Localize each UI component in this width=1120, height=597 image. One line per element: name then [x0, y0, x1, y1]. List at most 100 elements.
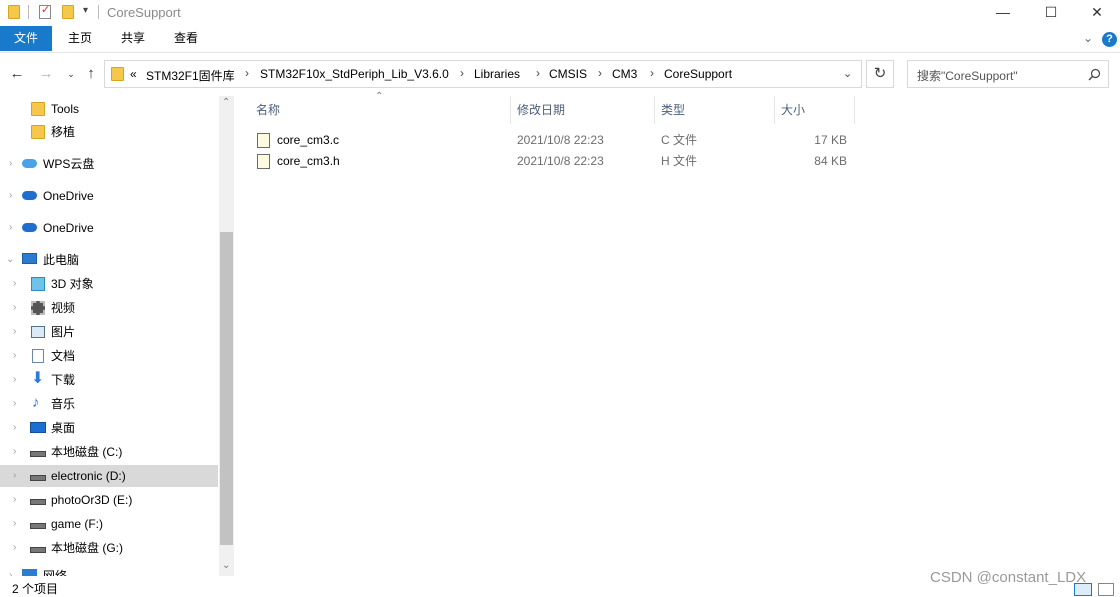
file-date: 2021/10/8 22:23: [517, 154, 604, 168]
nav-item-drive-e[interactable]: › photoOr3D (E:): [0, 489, 218, 511]
file-name: core_cm3.h: [277, 154, 340, 168]
chevron-right-icon[interactable]: ›: [650, 66, 654, 80]
large-icons-view-icon[interactable]: [1098, 583, 1114, 596]
tab-share[interactable]: 共享: [111, 26, 155, 51]
chevron-right-icon[interactable]: ›: [536, 66, 540, 80]
scroll-down-icon[interactable]: ⌄: [222, 560, 230, 571]
minimize-button[interactable]: —: [980, 0, 1026, 26]
title-bar: ✓ ▾ CoreSupport — ☐ ✕: [0, 0, 1120, 26]
navigation-pane: Tools 移植 › WPS云盘 › OneDrive › OneDrive ⌄…: [0, 96, 234, 576]
nav-item-migrate[interactable]: 移植: [0, 121, 218, 143]
tab-file[interactable]: 文件: [0, 26, 52, 51]
chevron-right-icon[interactable]: ›: [9, 153, 12, 175]
chevron-right-icon[interactable]: ›: [13, 345, 16, 367]
h-file-icon: [257, 154, 270, 169]
properties-icon[interactable]: ✓: [39, 4, 51, 19]
file-name: core_cm3.c: [277, 133, 340, 147]
column-header-name[interactable]: 名称: [250, 96, 511, 124]
nav-item-drive-c[interactable]: › 本地磁盘 (C:): [0, 441, 218, 463]
divider: [98, 5, 99, 19]
address-bar[interactable]: « STM32F1固件库 › STM32F10x_StdPeriph_Lib_V…: [104, 60, 862, 88]
chevron-right-icon[interactable]: ›: [9, 217, 12, 239]
column-header-size[interactable]: 大小: [775, 96, 855, 124]
breadcrumb-item[interactable]: CM3: [612, 67, 637, 81]
customize-toolbar-icon[interactable]: ▾: [83, 5, 88, 16]
nav-item-network[interactable]: › 网络: [0, 565, 218, 576]
cloud-icon: [22, 159, 37, 168]
picture-icon: [31, 326, 45, 338]
chevron-right-icon[interactable]: ›: [13, 441, 16, 463]
nav-item-videos[interactable]: › 视频: [0, 297, 218, 319]
maximize-button[interactable]: ☐: [1028, 0, 1074, 26]
chevron-right-icon[interactable]: ›: [13, 513, 16, 535]
column-header-date[interactable]: 修改日期: [511, 96, 655, 124]
chevron-right-icon[interactable]: ›: [460, 66, 464, 80]
desktop-icon: [30, 422, 46, 433]
chevron-down-icon[interactable]: ⌄: [6, 249, 14, 271]
column-header-type[interactable]: 类型: [655, 96, 775, 124]
chevron-right-icon[interactable]: ›: [9, 185, 12, 207]
window-title: CoreSupport: [107, 5, 181, 20]
c-file-icon: [257, 133, 270, 148]
chevron-right-icon[interactable]: ›: [13, 417, 16, 439]
breadcrumb-current[interactable]: CoreSupport: [664, 67, 732, 81]
chevron-right-icon[interactable]: ›: [13, 489, 16, 511]
scroll-up-icon[interactable]: ⌃: [222, 97, 230, 108]
chevron-right-icon[interactable]: ›: [13, 273, 16, 295]
details-view-icon[interactable]: [1074, 583, 1092, 596]
breadcrumb-item[interactable]: STM32F1固件库: [146, 67, 235, 84]
download-icon: ⬇: [31, 370, 45, 387]
nav-item-3d-objects[interactable]: › 3D 对象: [0, 273, 218, 295]
nav-item-this-pc[interactable]: ⌄ 此电脑: [0, 249, 218, 271]
file-size: 17 KB: [814, 133, 847, 147]
tab-home[interactable]: 主页: [58, 26, 102, 51]
nav-item-tools[interactable]: Tools: [0, 98, 218, 120]
network-icon: [22, 569, 37, 576]
search-icon[interactable]: [1088, 68, 1101, 81]
nav-item-drive-g[interactable]: › 本地磁盘 (G:): [0, 537, 218, 559]
breadcrumb-item[interactable]: STM32F10x_StdPeriph_Lib_V3.6.0: [260, 67, 449, 81]
chevron-right-icon[interactable]: ›: [13, 297, 16, 319]
breadcrumb-item[interactable]: CMSIS: [549, 67, 587, 81]
nav-item-drive-d[interactable]: › electronic (D:): [0, 465, 218, 487]
chevron-right-icon[interactable]: ›: [9, 565, 12, 576]
folder-icon: [8, 5, 20, 19]
chevron-right-icon[interactable]: ›: [13, 369, 16, 391]
search-input[interactable]: 搜索"CoreSupport": [907, 60, 1109, 88]
up-button[interactable]: ↑: [82, 64, 100, 84]
nav-item-desktop[interactable]: › 桌面: [0, 417, 218, 439]
nav-item-wps-cloud[interactable]: › WPS云盘: [0, 153, 218, 175]
chevron-right-icon[interactable]: ›: [598, 66, 602, 80]
expand-ribbon-icon[interactable]: ⌄: [1083, 31, 1093, 45]
forward-button[interactable]: →: [37, 64, 55, 84]
watermark: CSDN @constant_LDX: [930, 569, 1087, 586]
back-button[interactable]: ←: [8, 64, 26, 84]
nav-item-downloads[interactable]: › ⬇ 下载: [0, 369, 218, 391]
chevron-right-icon[interactable]: ›: [13, 321, 16, 343]
nav-item-onedrive-2[interactable]: › OneDrive: [0, 217, 218, 239]
chevron-right-icon[interactable]: ›: [13, 537, 16, 559]
chevron-right-icon[interactable]: ›: [13, 465, 16, 487]
new-folder-icon[interactable]: [62, 5, 74, 19]
pc-icon: [22, 253, 37, 264]
nav-item-documents[interactable]: › 文档: [0, 345, 218, 367]
drive-icon: [30, 475, 46, 481]
refresh-button[interactable]: ↻: [866, 60, 894, 88]
recent-locations-button[interactable]: ⌄: [62, 64, 80, 84]
music-icon: ♪: [32, 394, 40, 411]
nav-item-drive-f[interactable]: › game (F:): [0, 513, 218, 535]
table-row[interactable]: core_cm3.h 2021/10/8 22:23 H 文件 84 KB: [254, 151, 854, 172]
nav-item-onedrive[interactable]: › OneDrive: [0, 185, 218, 207]
breadcrumb-overflow[interactable]: «: [130, 67, 137, 81]
chevron-right-icon[interactable]: ›: [245, 66, 249, 80]
chevron-right-icon[interactable]: ›: [13, 393, 16, 415]
table-row[interactable]: core_cm3.c 2021/10/8 22:23 C 文件 17 KB: [254, 130, 854, 151]
scrollbar-thumb[interactable]: [220, 232, 233, 545]
help-icon[interactable]: ?: [1102, 32, 1117, 47]
chevron-down-icon[interactable]: ⌄: [843, 67, 852, 80]
tab-view[interactable]: 查看: [164, 26, 208, 51]
nav-item-music[interactable]: › ♪ 音乐: [0, 393, 218, 415]
close-button[interactable]: ✕: [1074, 0, 1120, 26]
nav-item-pictures[interactable]: › 图片: [0, 321, 218, 343]
breadcrumb-item[interactable]: Libraries: [474, 67, 520, 81]
